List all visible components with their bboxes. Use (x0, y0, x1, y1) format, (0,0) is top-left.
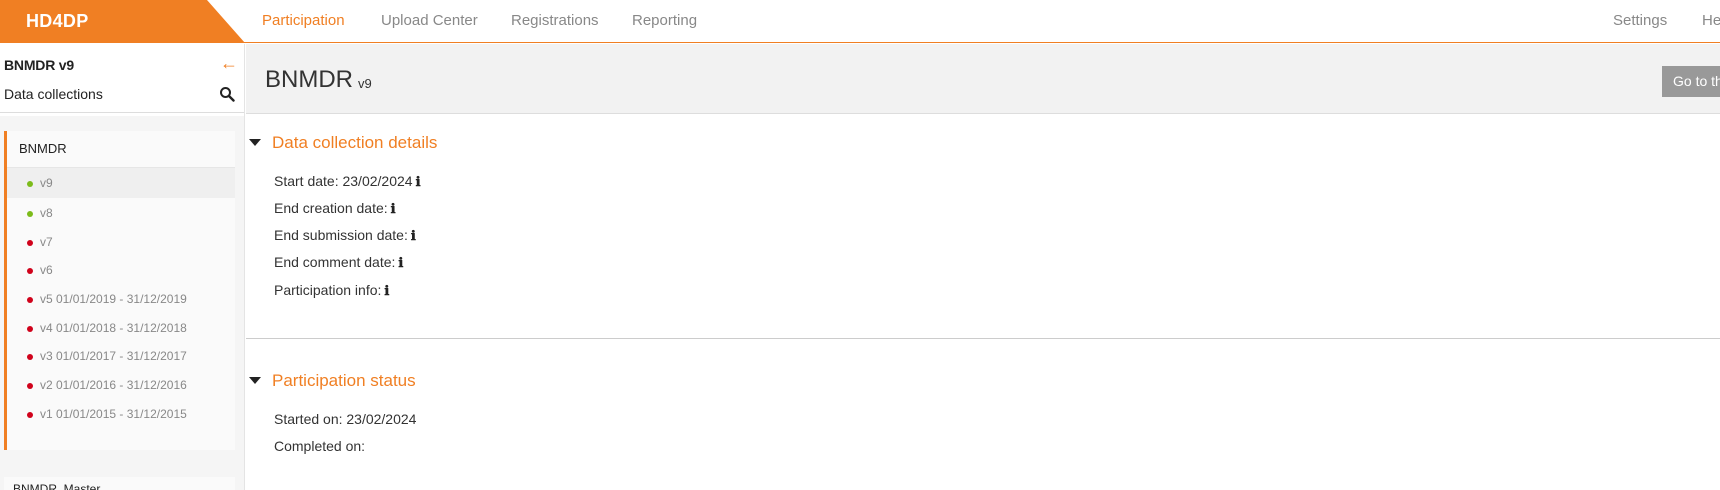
started-on-field: Started on: 23/02/2024 (274, 411, 417, 427)
page-version: v9 (358, 76, 372, 91)
status-dot-icon (27, 412, 33, 418)
version-label: v9 (40, 176, 53, 190)
nav-settings[interactable]: Settings (1613, 12, 1667, 29)
top-navigation-bar: HD4DP Participation Upload Center Regist… (0, 0, 1720, 43)
end-submission-date-label: End submission date: (274, 227, 408, 243)
status-dot-icon (27, 268, 33, 274)
participation-info-field: Participation info: ℹ (274, 282, 389, 299)
version-label: v5 01/01/2019 - 31/12/2019 (40, 292, 187, 306)
app-logo-text: HD4DP (26, 11, 89, 31)
completed-on-field: Completed on: (274, 438, 366, 454)
nav-reporting[interactable]: Reporting (632, 12, 697, 29)
version-label: v1 01/01/2015 - 31/12/2015 (40, 407, 187, 421)
sidebar-version-item[interactable]: v3 01/01/2017 - 31/12/2017 (7, 341, 235, 371)
version-label: v6 (40, 263, 53, 277)
info-icon[interactable]: ℹ (398, 256, 403, 271)
status-dot-icon (27, 211, 33, 217)
end-creation-date-field: End creation date: ℹ (274, 200, 396, 217)
version-label: v2 01/01/2016 - 31/12/2016 (40, 378, 187, 392)
collection-group-title: BNMDR_Master (13, 482, 101, 490)
collapse-triangle-icon[interactable] (249, 139, 261, 146)
app-logo[interactable]: HD4DP (0, 0, 245, 43)
section-title-participation-status[interactable]: Participation status (272, 371, 416, 391)
status-dot-icon (27, 326, 33, 332)
sidebar-version-item[interactable]: v6 (7, 255, 235, 285)
sidebar-version-item[interactable]: v7 (7, 227, 235, 257)
version-label: v8 (40, 206, 53, 220)
collection-group-title[interactable]: BNMDR (19, 141, 67, 156)
sidebar-version-item[interactable]: v4 01/01/2018 - 31/12/2018 (7, 313, 235, 343)
start-date-field: Start date: 23/02/2024 ℹ (274, 173, 421, 190)
start-date-label: Start date: 23/02/2024 (274, 173, 413, 189)
nav-help[interactable]: He (1702, 12, 1720, 29)
page-title: BNMDR (265, 66, 353, 93)
info-icon[interactable]: ℹ (391, 202, 396, 217)
nav-upload-center[interactable]: Upload Center (381, 12, 478, 29)
sidebar-divider (0, 112, 244, 113)
sidebar-version-item[interactable]: v8 (7, 198, 235, 228)
end-creation-date-label: End creation date: (274, 200, 388, 216)
info-icon[interactable]: ℹ (416, 175, 421, 190)
version-label: v4 01/01/2018 - 31/12/2018 (40, 321, 187, 335)
go-to-button[interactable]: Go to th (1662, 66, 1720, 97)
status-dot-icon (27, 240, 33, 246)
status-dot-icon (27, 383, 33, 389)
section-divider (246, 338, 1720, 339)
sidebar-title: BNMDR v9 (4, 57, 74, 73)
page-header: BNMDR v9 Go to th (246, 44, 1720, 114)
version-label: v3 01/01/2017 - 31/12/2017 (40, 349, 187, 363)
collapse-triangle-icon[interactable] (249, 377, 261, 384)
info-icon[interactable]: ℹ (411, 229, 416, 244)
end-comment-date-field: End comment date: ℹ (274, 254, 403, 271)
status-dot-icon (27, 297, 33, 303)
participation-info-label: Participation info: (274, 282, 382, 298)
nav-registrations[interactable]: Registrations (511, 12, 599, 29)
collection-group-bnmdr: BNMDR v9 v8 v7 v6 v5 01/01/2019 - 31/12/2019… (4, 131, 235, 450)
sidebar-version-item[interactable]: v1 01/01/2015 - 31/12/2015 (7, 399, 235, 429)
collection-group-bnmdr-master[interactable]: BNMDR_Master (4, 477, 235, 490)
sidebar-version-item[interactable]: v5 01/01/2019 - 31/12/2019 (7, 284, 235, 314)
section-title-details[interactable]: Data collection details (272, 133, 437, 153)
info-icon[interactable]: ℹ (384, 284, 389, 299)
version-label: v7 (40, 235, 53, 249)
collapse-arrow-icon[interactable]: ← (220, 53, 238, 74)
end-submission-date-field: End submission date: ℹ (274, 227, 416, 244)
main-content: BNMDR v9 Go to th Data collection detail… (246, 44, 1720, 490)
sidebar: BNMDR v9 ← Data collections BNMDR v9 v8 v7… (0, 44, 245, 490)
status-dot-icon (27, 354, 33, 360)
nav-participation[interactable]: Participation (262, 12, 345, 29)
end-comment-date-label: End comment date: (274, 254, 396, 270)
search-icon[interactable] (219, 86, 235, 102)
status-dot-icon (27, 181, 33, 187)
sidebar-subtitle: Data collections (4, 86, 103, 102)
sidebar-version-item[interactable]: v2 01/01/2016 - 31/12/2016 (7, 370, 235, 400)
sidebar-version-item[interactable]: v9 (7, 168, 235, 198)
